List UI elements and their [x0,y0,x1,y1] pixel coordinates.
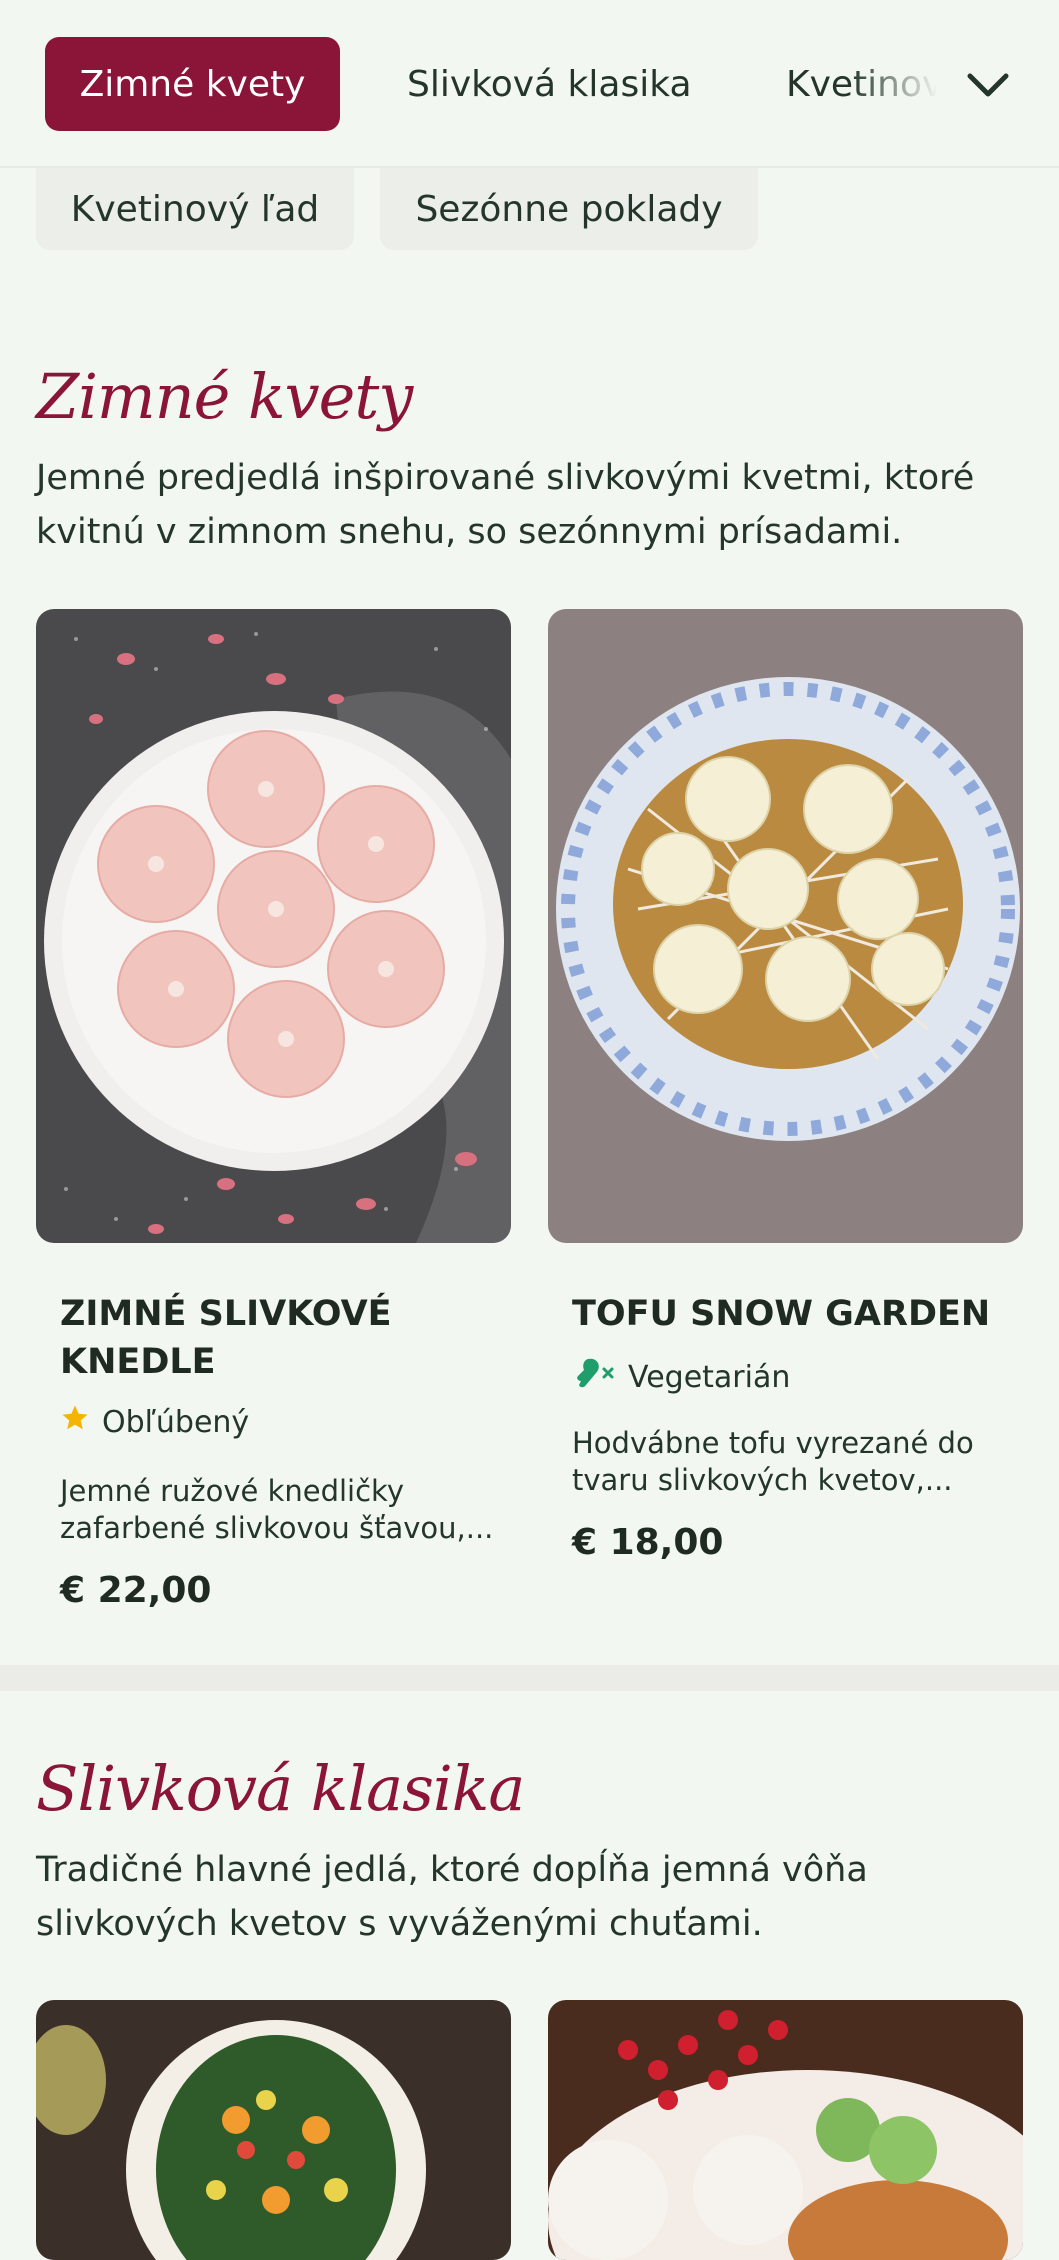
section-title: Zimné kvety [36,360,413,433]
section-description: Jemné predjedlá inšpirované slivkovými k… [36,458,975,552]
dish-image-tofu[interactable] [548,609,1023,1243]
dish-tag-label: Vegetarián [628,1359,791,1395]
dish-image-fish-platter[interactable] [36,2000,511,2260]
tab-slivkova-klasika[interactable]: Slivková klasika [407,37,692,131]
tab-zimne-kvety[interactable]: Zimné kvety [45,37,340,131]
chevron-down-icon[interactable] [963,60,1013,110]
dish-tag-vegetarian: Vegetarián [572,1355,790,1399]
vegetarian-leg-icon [572,1355,616,1399]
section-description: Tradičné hlavné jedlá, ktoré dopĺňa jemn… [36,1850,868,1944]
dish-tag-label: Obľúbený [102,1404,250,1440]
tab-fade-overlay [850,37,960,131]
dish-image-dumplings[interactable] [36,609,511,1243]
dish-price: € 22,00 [60,1570,212,1611]
dish-description: Hodvábne tofu vyrezané do tvaru slivkový… [572,1426,974,1497]
tab-kvetinovy-lad[interactable]: Kvetinový ľad [36,168,354,250]
tab-sezonne-poklady[interactable]: Sezónne poklady [380,168,758,250]
dish-price: € 18,00 [572,1522,724,1563]
dish-name[interactable]: ZIMNÉ SLIVKOVÉ KNEDLE [60,1290,500,1386]
dish-name[interactable]: TOFU SNOW GARDEN [572,1290,1012,1338]
dish-tag-popular: Obľúbený [60,1403,249,1441]
category-nav: Zimné kvety Slivková klasika Kvetinov [0,0,1059,168]
dish-description: Jemné ružové knedličky zafarbené slivkov… [60,1474,494,1545]
section-divider [0,1665,1059,1691]
section-title: Slivková klasika [36,1752,525,1825]
dish-image-roast[interactable] [548,2000,1023,2260]
star-icon [60,1403,90,1441]
